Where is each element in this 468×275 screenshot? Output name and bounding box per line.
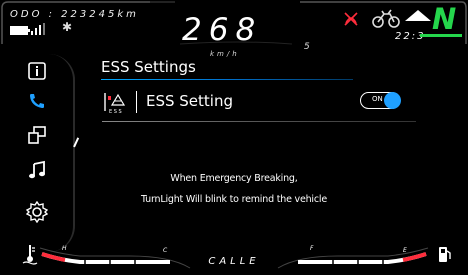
toggle-state-text: ON [372,95,383,103]
info-message-line1: When Emergency Breaking, [170,173,298,184]
phone-icon [30,94,44,108]
battery-icon [10,26,30,35]
ess-icon: E S S [102,89,130,115]
speed-unit: km/h [210,50,240,58]
bluetooth-icon: ✱ [62,20,73,34]
speed-readout: 268 [182,12,263,48]
ess-toggle[interactable]: ON [360,92,401,109]
sidebar-item-phone[interactable] [20,86,54,116]
odometer: ODO : 223245km [10,9,139,20]
sidebar-item-info[interactable] [20,56,54,86]
gear-indicator-digit: 5 [304,42,310,52]
navigation-arrow-icon [405,10,431,21]
toggle-knob [384,92,401,109]
temp-cold-label: C [163,247,168,254]
gear-position: N [432,2,457,36]
ride-mode: CALLE [208,256,260,267]
sidebar [20,56,55,236]
status-bar: ODO : 223245km ✱ 268 km/h 5 22:3 N [0,0,468,58]
title-underline [101,79,353,80]
ess-setting-label: ESS Setting [146,92,233,110]
windows-icon [28,126,46,144]
signal-icon [31,23,47,35]
ess-setting-row[interactable]: E S S ESS Setting ON [102,87,416,117]
sidebar-item-windows[interactable] [20,120,54,150]
temp-high-label: H [62,245,67,252]
fuel-full-label: F [310,245,314,252]
svg-text:E S S: E S S [109,109,122,115]
info-message-line2: TurnLight Will blink to remind the vehic… [141,194,327,205]
row-underline [102,121,416,122]
info-icon [28,62,46,80]
motorcycle-icon [372,8,400,30]
dashboard-screen: ODO : 223245km ✱ 268 km/h 5 22:3 N ESS S… [0,0,468,275]
traction-warning-icon [342,10,360,28]
page-title: ESS Settings [101,58,196,76]
row-separator [136,91,137,113]
gear-underline [420,34,462,37]
fuel-empty-label: E [403,247,407,254]
